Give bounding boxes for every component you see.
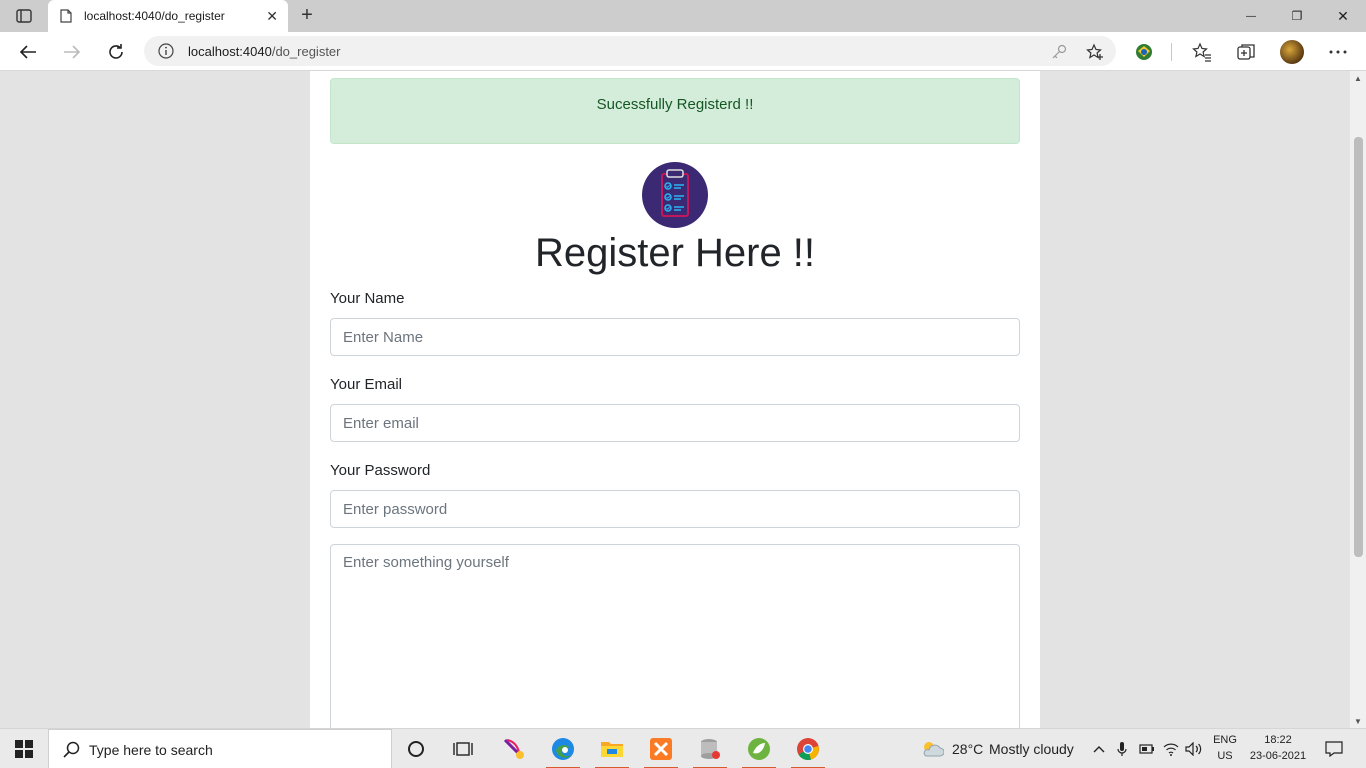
- page-viewport: Sucessfully Registerd !! Register Here !…: [0, 71, 1350, 728]
- cortana-icon[interactable]: [395, 729, 437, 768]
- windows-logo-icon: [15, 740, 33, 758]
- chrome-icon[interactable]: [787, 729, 829, 768]
- password-label: Your Password: [330, 462, 431, 479]
- page-icon: [60, 9, 72, 28]
- spring-tools-icon[interactable]: [738, 729, 780, 768]
- microphone-icon[interactable]: [1113, 739, 1131, 759]
- close-window-button[interactable]: ✕: [1320, 0, 1366, 32]
- show-hidden-icons-chevron-icon[interactable]: [1090, 739, 1108, 759]
- file-explorer-icon[interactable]: [591, 729, 633, 768]
- browser-tab[interactable]: localhost:4040/do_register ✕: [48, 0, 288, 32]
- favorites-button[interactable]: [1191, 41, 1213, 63]
- back-button[interactable]: [16, 40, 40, 64]
- search-icon: [63, 741, 81, 764]
- new-tab-button[interactable]: +: [296, 5, 318, 27]
- site-info-icon[interactable]: [158, 43, 174, 64]
- back-arrow-icon: [19, 45, 36, 59]
- email-field[interactable]: [330, 404, 1020, 442]
- edge-icon[interactable]: [542, 729, 584, 768]
- collections-icon: [1237, 44, 1255, 60]
- tab-title: localhost:4040/do_register: [84, 9, 225, 23]
- forward-button[interactable]: [60, 40, 84, 64]
- profile-avatar[interactable]: [1280, 40, 1304, 64]
- language-line1[interactable]: ENG: [1210, 734, 1240, 746]
- address-bar[interactable]: localhost:4040/do_register: [144, 36, 1116, 66]
- weather-temp[interactable]: 28°C: [952, 741, 983, 757]
- restore-button[interactable]: ❐: [1274, 0, 1320, 32]
- forward-arrow-icon: [64, 45, 81, 59]
- key-icon[interactable]: [1050, 43, 1068, 61]
- about-textarea[interactable]: [330, 544, 1020, 728]
- page-scrollbar[interactable]: ▲ ▼: [1350, 71, 1366, 728]
- weather-condition[interactable]: Mostly cloudy: [989, 741, 1074, 757]
- notifications-icon[interactable]: [1324, 739, 1344, 759]
- toolbar-divider: [1171, 43, 1172, 61]
- refresh-button[interactable]: [104, 40, 128, 64]
- name-field[interactable]: [330, 318, 1020, 356]
- restore-icon: ❐: [1291, 9, 1303, 23]
- clock-date[interactable]: 23-06-2021: [1246, 750, 1310, 762]
- minimize-button[interactable]: —: [1228, 0, 1274, 32]
- clock-time[interactable]: 18:22: [1246, 734, 1310, 746]
- search-placeholder: Type here to search: [89, 742, 213, 758]
- scroll-up-arrow-icon[interactable]: ▲: [1354, 74, 1362, 83]
- clipboard-logo-icon: [642, 162, 708, 228]
- minimize-icon: —: [1246, 10, 1256, 22]
- collections-button[interactable]: [1235, 41, 1257, 63]
- weather-cloud-icon[interactable]: [920, 739, 944, 759]
- page-title: Register Here !!: [534, 231, 816, 275]
- settings-more-button[interactable]: [1327, 41, 1349, 63]
- feather-app-icon[interactable]: [493, 729, 535, 768]
- task-view-icon[interactable]: [442, 729, 484, 768]
- taskbar-search[interactable]: Type here to search: [48, 729, 392, 768]
- windows-taskbar: Type here to search 28°C Mostly cloudy E…: [0, 728, 1366, 768]
- tab-bar: localhost:4040/do_register ✕ + — ❐ ✕: [0, 0, 1366, 32]
- volume-icon[interactable]: [1185, 739, 1203, 759]
- scroll-down-arrow-icon[interactable]: ▼: [1354, 717, 1362, 726]
- tab-close-button[interactable]: ✕: [266, 8, 278, 25]
- refresh-icon: [109, 44, 123, 59]
- battery-icon[interactable]: [1138, 739, 1156, 759]
- url-host: localhost:4040: [188, 44, 272, 59]
- name-label: Your Name: [330, 290, 405, 307]
- database-app-icon[interactable]: [689, 729, 731, 768]
- scroll-thumb[interactable]: [1354, 137, 1363, 557]
- wifi-icon[interactable]: [1162, 739, 1180, 759]
- url-path: /do_register: [271, 44, 341, 59]
- success-alert: Sucessfully Registerd !!: [330, 78, 1020, 144]
- xampp-icon[interactable]: [640, 729, 682, 768]
- favorites-icon: [1192, 42, 1211, 62]
- tab-actions-icon: [16, 9, 32, 23]
- start-button[interactable]: [0, 729, 48, 768]
- language-line2[interactable]: US: [1210, 750, 1240, 762]
- email-label: Your Email: [330, 376, 402, 393]
- register-card: Sucessfully Registerd !! Register Here !…: [310, 71, 1040, 728]
- extension-icon[interactable]: [1133, 41, 1155, 63]
- add-favorite-icon[interactable]: [1086, 43, 1104, 61]
- more-dots-icon: [1329, 50, 1347, 54]
- password-field[interactable]: [330, 490, 1020, 528]
- url-text: localhost:4040/do_register: [188, 44, 341, 59]
- browser-toolbar: localhost:4040/do_register: [0, 32, 1366, 71]
- close-icon: ✕: [1337, 7, 1349, 24]
- tab-actions-button[interactable]: [10, 6, 38, 26]
